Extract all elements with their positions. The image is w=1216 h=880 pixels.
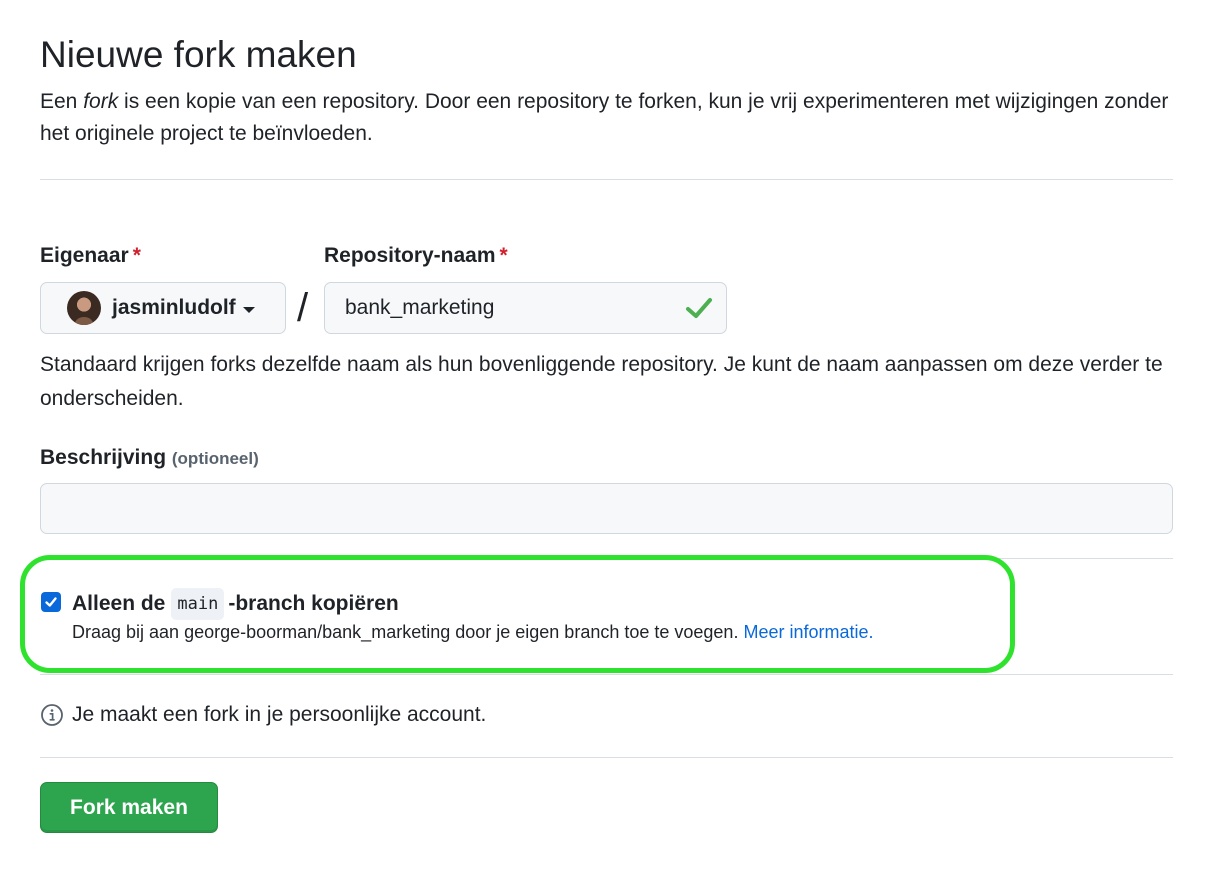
description-input[interactable] [40,483,1173,534]
copy-main-branch-label[interactable]: Alleen de main -branch kopiëren [72,588,399,620]
owner-name: jasminludolf [112,296,236,319]
description-label-text: Beschrijving [40,446,167,469]
notice-text: Je maakt een fork in je persoonlijke acc… [72,703,487,726]
info-icon [41,704,63,726]
owner-dropdown[interactable]: jasminludolf [40,282,286,334]
copy-branch-help: Draag bij aan george-boorman/bank_market… [72,620,874,644]
page-title: Nieuwe fork maken [40,34,357,75]
owner-repo-separator: / [297,286,309,330]
personal-account-notice: Je maakt een fork in je persoonlijke acc… [40,703,486,727]
copy-branch-label-start: Alleen de [72,592,166,615]
copy-main-branch-checkbox[interactable] [41,592,61,612]
divider [40,179,1173,180]
check-icon [686,298,712,318]
intro-fork-term: fork [83,90,119,113]
repository-name-label-text: Repository-naam [324,244,496,267]
copy-branch-label-end: -branch kopiëren [228,592,399,615]
intro-start: Een [40,90,84,113]
required-mark: * [499,244,508,267]
more-info-link[interactable]: Meer informatie. [743,622,873,642]
repository-name-label: Repository-naam * [324,243,508,269]
divider [40,674,1173,675]
owner-label-text: Eigenaar [40,244,129,267]
create-fork-button[interactable]: Fork maken [40,782,218,833]
intro-text: Een fork is een kopie van een repository… [40,86,1170,150]
owner-label: Eigenaar * [40,243,141,269]
required-mark: * [132,244,141,267]
copy-branch-help-text: Draag bij aan george-boorman/bank_market… [72,622,739,642]
divider [40,757,1173,758]
repository-name-input[interactable] [324,282,727,334]
divider [40,558,1173,559]
user-avatar [67,291,101,325]
caret-down-icon [242,306,255,313]
repository-name-hint: Standaard krijgen forks dezelfde naam al… [40,353,1163,410]
branch-name-code: main [171,588,225,620]
description-label: Beschrijving (optioneel) [40,445,259,472]
optional-tag: (optioneel) [171,449,259,468]
checkmark-icon [45,597,57,607]
intro-rest: is een kopie van een repository. Door ee… [40,90,1169,145]
